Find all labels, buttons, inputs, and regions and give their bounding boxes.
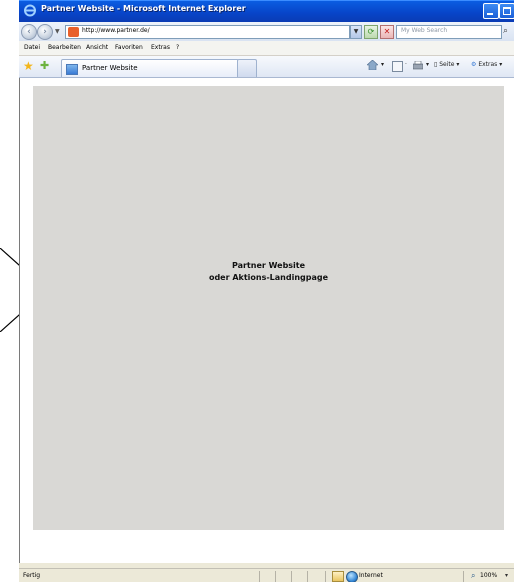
internet-zone-icon xyxy=(346,571,358,582)
page-viewport: Partner Website oder Aktions-Landingpage xyxy=(19,78,514,563)
security-zone-label: Internet xyxy=(359,572,383,579)
page-menu-label: Seite xyxy=(439,61,455,68)
menu-item-bearbeiten[interactable]: Bearbeiten xyxy=(48,44,81,51)
headline-line-2: oder Aktions-Landingpage xyxy=(208,273,329,282)
back-button[interactable]: ‹ xyxy=(21,24,37,40)
status-bar: Fertig Internet ⌕ 100% ▾ xyxy=(19,568,514,582)
status-divider xyxy=(325,571,326,582)
status-divider xyxy=(307,571,308,582)
feeds-icon[interactable] xyxy=(392,61,403,72)
tab-partner-website[interactable]: Partner Website xyxy=(61,59,239,77)
search-icon[interactable]: ⌕ xyxy=(503,25,514,37)
zoom-icon[interactable]: ⌕ xyxy=(471,571,475,581)
landing-page-placeholder: Partner Website oder Aktions-Landingpage xyxy=(33,86,504,530)
zoom-level[interactable]: 100% xyxy=(480,572,497,579)
menu-item-datei[interactable]: Datei xyxy=(24,44,40,51)
maximize-button[interactable] xyxy=(499,3,514,19)
home-icon[interactable] xyxy=(367,60,378,70)
browser-window: Partner Website - Microsoft Internet Exp… xyxy=(19,0,514,582)
address-dropdown-button[interactable]: ▼ xyxy=(350,25,362,39)
tab-toolbar: ★ ✚ Partner Website ▾ · ▾ ▯ Seite ▾ ⚙ Ex… xyxy=(19,56,514,78)
history-dropdown-icon[interactable]: ▼ xyxy=(55,28,60,35)
feeds-dropdown-icon[interactable]: · xyxy=(405,61,407,68)
zoom-dropdown-icon[interactable]: ▾ xyxy=(505,572,508,579)
add-favorite-icon[interactable]: ✚ xyxy=(40,59,49,73)
placeholder-headline: Partner Website oder Aktions-Landingpage xyxy=(33,260,504,284)
status-divider xyxy=(259,571,260,582)
address-url: http://www.partner.de/ xyxy=(82,27,150,34)
protected-mode-icon[interactable] xyxy=(332,571,344,582)
site-favicon-icon xyxy=(68,27,79,37)
address-field[interactable]: http://www.partner.de/ xyxy=(65,25,350,39)
menu-item-help[interactable]: ? xyxy=(176,44,179,51)
viewport-border xyxy=(19,78,20,563)
tools-menu-label: Extras xyxy=(478,61,498,68)
menu-bar: Datei Bearbeiten Ansicht Favoriten Extra… xyxy=(19,41,514,56)
print-icon[interactable] xyxy=(413,61,423,70)
new-tab-button[interactable] xyxy=(237,59,257,77)
menu-item-favoriten[interactable]: Favoriten xyxy=(115,44,143,51)
page-menu-button[interactable]: ▯ Seite ▾ xyxy=(434,61,459,68)
menu-item-extras[interactable]: Extras xyxy=(151,44,170,51)
window-title: Partner Website - Microsoft Internet Exp… xyxy=(41,4,246,13)
minimize-button[interactable] xyxy=(483,3,499,19)
favorites-star-icon[interactable]: ★ xyxy=(23,59,34,73)
search-input[interactable]: My Web Search xyxy=(396,25,502,39)
status-divider xyxy=(463,571,464,582)
status-divider xyxy=(291,571,292,582)
home-dropdown-icon[interactable]: ▾ xyxy=(381,61,384,68)
refresh-button[interactable]: ⟳ xyxy=(364,25,378,39)
menu-item-ansicht[interactable]: Ansicht xyxy=(86,44,108,51)
stop-button[interactable]: ✕ xyxy=(380,25,394,39)
address-toolbar: ‹ › ▼ http://www.partner.de/ ▼ ⟳ ✕ My We… xyxy=(19,22,514,42)
tab-label: Partner Website xyxy=(82,64,138,72)
status-text: Fertig xyxy=(23,572,41,579)
forward-button[interactable]: › xyxy=(37,24,53,40)
title-bar: Partner Website - Microsoft Internet Exp… xyxy=(19,0,514,22)
status-divider xyxy=(275,571,276,582)
headline-line-1: Partner Website xyxy=(231,261,306,270)
ie-logo-icon xyxy=(24,4,36,17)
search-placeholder: My Web Search xyxy=(401,27,448,34)
tab-page-icon xyxy=(66,64,78,75)
print-dropdown-icon[interactable]: ▾ xyxy=(426,61,429,68)
tools-menu-button[interactable]: ⚙ Extras ▾ xyxy=(471,61,502,68)
